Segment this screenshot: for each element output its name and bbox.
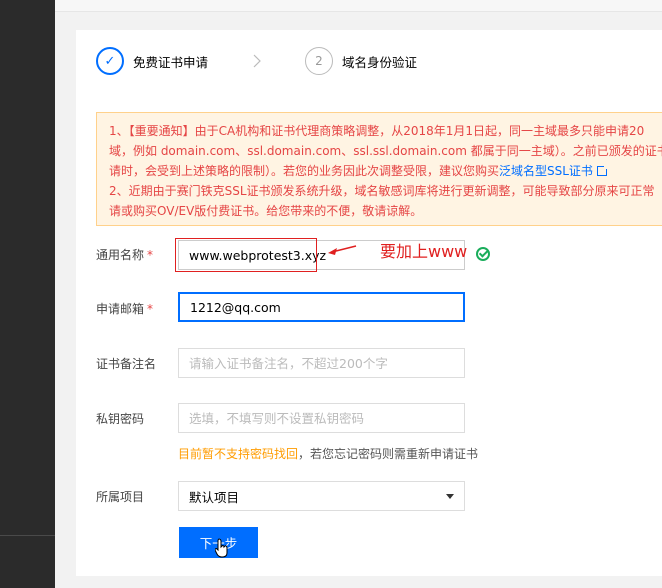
- project-select[interactable]: 默认项目: [178, 481, 465, 511]
- caret-down-icon: [446, 494, 454, 499]
- notice-text: 请时，会受到上述策略的限制）。若您的业务因此次调整受限，建议您购买: [109, 164, 500, 178]
- important-notice: 1、【重要通知】由于CA机构和证书代理商策略调整，从2018年1月1日起，同一主…: [96, 112, 662, 226]
- private-key-password-input[interactable]: [178, 403, 465, 433]
- hint-text: ，若您忘记密码则需重新申请证书: [298, 447, 479, 461]
- common-name-label: 通用名称 *: [96, 248, 154, 262]
- email-input[interactable]: 1212@qq.com: [178, 292, 465, 322]
- step-check-icon: ✓: [96, 47, 124, 75]
- annotation-highlight-box: [175, 238, 317, 272]
- email-label: 申请邮箱 *: [96, 302, 154, 316]
- notice-line: 1、【重要通知】由于CA机构和证书代理商策略调整，从2018年1月1日起，同一主…: [109, 124, 645, 138]
- step-label: 免费证书申请: [133, 54, 209, 70]
- step-domain-verification[interactable]: 2 域名身份验证: [305, 46, 417, 76]
- cert-remark-label: 证书备注名: [96, 357, 157, 371]
- valid-check-icon: [476, 247, 490, 261]
- notice-line: 2、近期由于赛门铁克SSL证书颁发系统升级，域名敏感词库将进行更新调整，可能导致…: [109, 184, 655, 198]
- project-label: 所属项目: [96, 490, 145, 504]
- annotation-text: 要加上www: [380, 242, 468, 261]
- step-number: 2: [305, 47, 333, 75]
- notice-line: 域，例如 domain.com、ssl.domain.com、ssl.ssl.d…: [109, 144, 662, 158]
- private-key-password-label: 私钥密码: [96, 412, 145, 426]
- wildcard-ssl-link[interactable]: 泛域名型SSL证书: [499, 164, 593, 178]
- left-nav-bar: [0, 0, 55, 588]
- notice-line: 请时，会受到上述策略的限制）。若您的业务因此次调整受限，建议您购买泛域名型SSL…: [109, 161, 662, 181]
- hand-cursor-icon: [215, 538, 228, 558]
- notice-line: 请或购买OV/EV版付费证书。给您带来的不便，敬请谅解。: [109, 204, 423, 218]
- certificate-application-card: ✓ 免费证书申请 2 域名身份验证 1、【重要通知】由于CA机构和证书代理商策略…: [76, 30, 662, 576]
- chevron-right-icon: [252, 53, 268, 69]
- nav-divider: [0, 535, 55, 536]
- hint-warning: 目前暂不支持密码找回: [178, 447, 299, 461]
- top-header-strip: [55, 0, 662, 12]
- external-link-icon[interactable]: [596, 164, 609, 176]
- annotation-arrow-icon: [328, 245, 357, 255]
- step-free-cert-apply[interactable]: ✓ 免费证书申请: [96, 46, 208, 76]
- step-label: 域名身份验证: [342, 54, 418, 70]
- password-hint: 目前暂不支持密码找回，若您忘记密码则需重新申请证书: [178, 445, 478, 462]
- cert-remark-input[interactable]: [178, 348, 465, 378]
